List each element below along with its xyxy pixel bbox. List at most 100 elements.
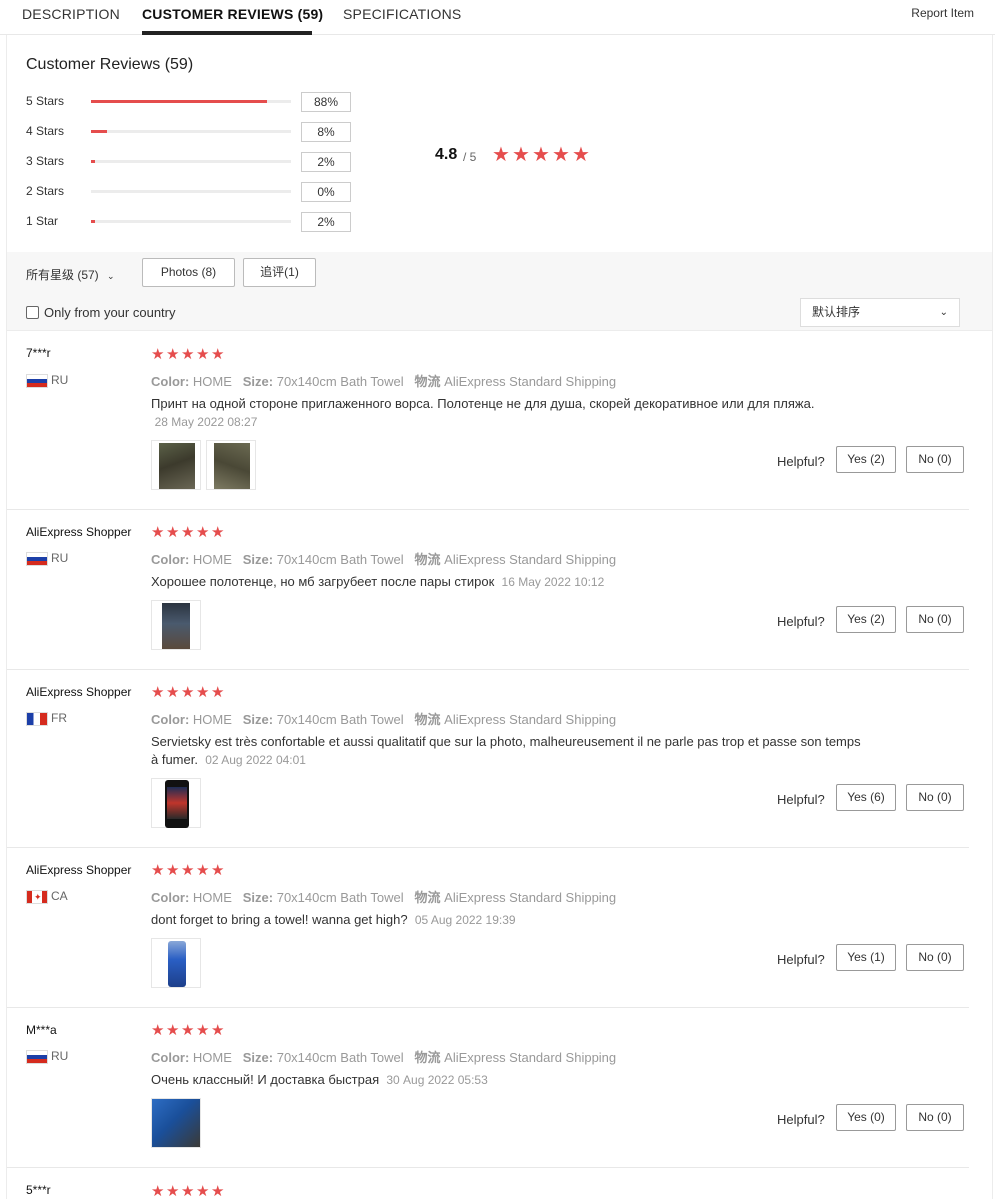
rating-bar-fill (91, 130, 107, 133)
report-item-link[interactable]: Report Item (911, 6, 974, 20)
star-filter-label: 所有星级 (57) (26, 268, 99, 282)
star-icon: ★ (196, 524, 210, 541)
review-stars: ★ ★ ★ ★ ★ (151, 685, 225, 700)
color-label: Color: (151, 890, 190, 905)
helpful-no-button[interactable]: No (0) (906, 606, 964, 633)
review-photo[interactable] (151, 778, 201, 828)
review-country: RU (51, 551, 69, 565)
review-username: M***a (26, 1023, 57, 1037)
star-icon: ★ (151, 524, 165, 541)
star-icon: ★ (512, 144, 530, 166)
size-value: 70x140cm Bath Towel (276, 890, 404, 905)
tab-customer-reviews[interactable]: CUSTOMER REVIEWS (59) (142, 6, 323, 22)
review-item: 7***r RU ★ ★ ★ ★ ★ Color: HOME Size: 70x140c… (7, 332, 969, 510)
rating-label: 2 Stars (26, 184, 65, 198)
review-sku-info: Color: HOME Size: 70x140cm Bath Towel 物流… (151, 549, 616, 568)
star-icon: ★ (181, 346, 195, 363)
rating-row-2[interactable]: 2 Stars 0% (26, 182, 356, 202)
color-value: HOME (192, 890, 232, 905)
size-value: 70x140cm Bath Towel (276, 1050, 404, 1065)
shipping-label: 物流 (414, 890, 441, 905)
review-sku-info: Color: HOME Size: 70x140cm Bath Towel 物流… (151, 709, 616, 728)
shipping-value: AliExpress Standard Shipping (444, 712, 617, 727)
rating-percent: 0% (301, 182, 351, 202)
color-label: Color: (151, 552, 190, 567)
star-icon: ★ (181, 862, 195, 879)
star-icon: ★ (211, 1183, 225, 1199)
star-icon: ★ (196, 346, 210, 363)
review-username: AliExpress Shopper (26, 525, 132, 539)
rating-row-4[interactable]: 4 Stars 8% (26, 122, 356, 142)
photos-filter-button[interactable]: Photos (8) (142, 258, 235, 287)
review-text: dont forget to bring a towel! wanna get … (151, 911, 881, 929)
helpful-no-button[interactable]: No (0) (906, 1104, 964, 1131)
rating-bar-fill (91, 220, 95, 223)
helpful-yes-button[interactable]: Yes (2) (836, 446, 896, 473)
tab-specifications[interactable]: SPECIFICATIONS (343, 6, 461, 22)
review-body: Хорошее полотенце, но мб загрубеет после… (151, 574, 495, 589)
star-icon: ★ (211, 684, 225, 701)
color-value: HOME (192, 712, 232, 727)
helpful-label: Helpful? (777, 454, 825, 469)
rating-label: 4 Stars (26, 124, 65, 138)
rating-percent: 8% (301, 122, 351, 142)
size-value: 70x140cm Bath Towel (276, 712, 404, 727)
shipping-value: AliExpress Standard Shipping (444, 890, 617, 905)
checkbox[interactable] (26, 306, 39, 319)
size-value: 70x140cm Bath Towel (276, 374, 404, 389)
helpful-label: Helpful? (777, 952, 825, 967)
helpful-yes-button[interactable]: Yes (6) (836, 784, 896, 811)
review-photo[interactable] (151, 600, 201, 650)
star-filter-dropdown[interactable]: 所有星级 (57) ⌄ (26, 266, 115, 283)
review-stars: ★ ★ ★ ★ ★ (151, 1184, 225, 1199)
helpful-label: Helpful? (777, 614, 825, 629)
review-country: RU (51, 373, 69, 387)
size-label: Size: (242, 712, 274, 727)
star-icon: ★ (166, 524, 180, 541)
rating-row-1[interactable]: 1 Star 2% (26, 212, 356, 232)
review-item: 5***r ★ ★ ★ ★ ★ (7, 1168, 969, 1199)
only-country-filter[interactable]: Only from your country (26, 305, 176, 320)
followup-filter-button[interactable]: 追评(1) (243, 258, 316, 287)
review-item: AliExpress Shopper FR ★ ★ ★ ★ ★ Color: HOME … (7, 670, 969, 848)
helpful-yes-button[interactable]: Yes (2) (836, 606, 896, 633)
maple-leaf-icon: ✦ (34, 892, 42, 902)
helpful-no-button[interactable]: No (0) (906, 944, 964, 971)
review-photo[interactable] (151, 938, 201, 988)
review-stars: ★ ★ ★ ★ ★ (151, 347, 225, 362)
shipping-value: AliExpress Standard Shipping (444, 552, 617, 567)
size-label: Size: (242, 890, 274, 905)
star-icon: ★ (211, 524, 225, 541)
review-username: 5***r (26, 1183, 51, 1197)
review-photo[interactable] (151, 440, 201, 490)
star-icon: ★ (196, 1022, 210, 1039)
review-body: Очень классный! И доставка быстрая (151, 1072, 380, 1087)
rating-row-5[interactable]: 5 Stars 88% (26, 92, 356, 112)
tab-description[interactable]: DESCRIPTION (22, 6, 120, 22)
rating-percent: 2% (301, 212, 351, 232)
helpful-no-button[interactable]: No (0) (906, 784, 964, 811)
review-item: AliExpress Shopper ✦ CA ★ ★ ★ ★ ★ Color: HOM… (7, 848, 969, 1008)
size-value: 70x140cm Bath Towel (276, 552, 404, 567)
helpful-yes-button[interactable]: Yes (1) (836, 944, 896, 971)
star-icon: ★ (211, 346, 225, 363)
star-icon: ★ (181, 524, 195, 541)
rating-label: 3 Stars (26, 154, 65, 168)
rating-row-3[interactable]: 3 Stars 2% (26, 152, 356, 172)
rating-bar-track (91, 130, 291, 133)
color-value: HOME (192, 374, 232, 389)
star-icon: ★ (211, 862, 225, 879)
helpful-label: Helpful? (777, 1112, 825, 1127)
review-photo[interactable] (151, 1098, 201, 1148)
helpful-no-button[interactable]: No (0) (906, 446, 964, 473)
review-text: Принт на одной стороне приглаженного вор… (151, 395, 881, 431)
france-flag-icon (26, 712, 48, 726)
helpful-yes-button[interactable]: Yes (0) (836, 1104, 896, 1131)
review-date: 28 May 2022 08:27 (154, 415, 258, 429)
sort-dropdown[interactable]: 默认排序 ⌄ (800, 298, 960, 327)
shipping-label: 物流 (414, 1050, 441, 1065)
review-photo[interactable] (206, 440, 256, 490)
chevron-down-icon: ⌄ (107, 271, 115, 281)
review-sku-info: Color: HOME Size: 70x140cm Bath Towel 物流… (151, 1047, 616, 1066)
star-icon: ★ (492, 144, 510, 166)
